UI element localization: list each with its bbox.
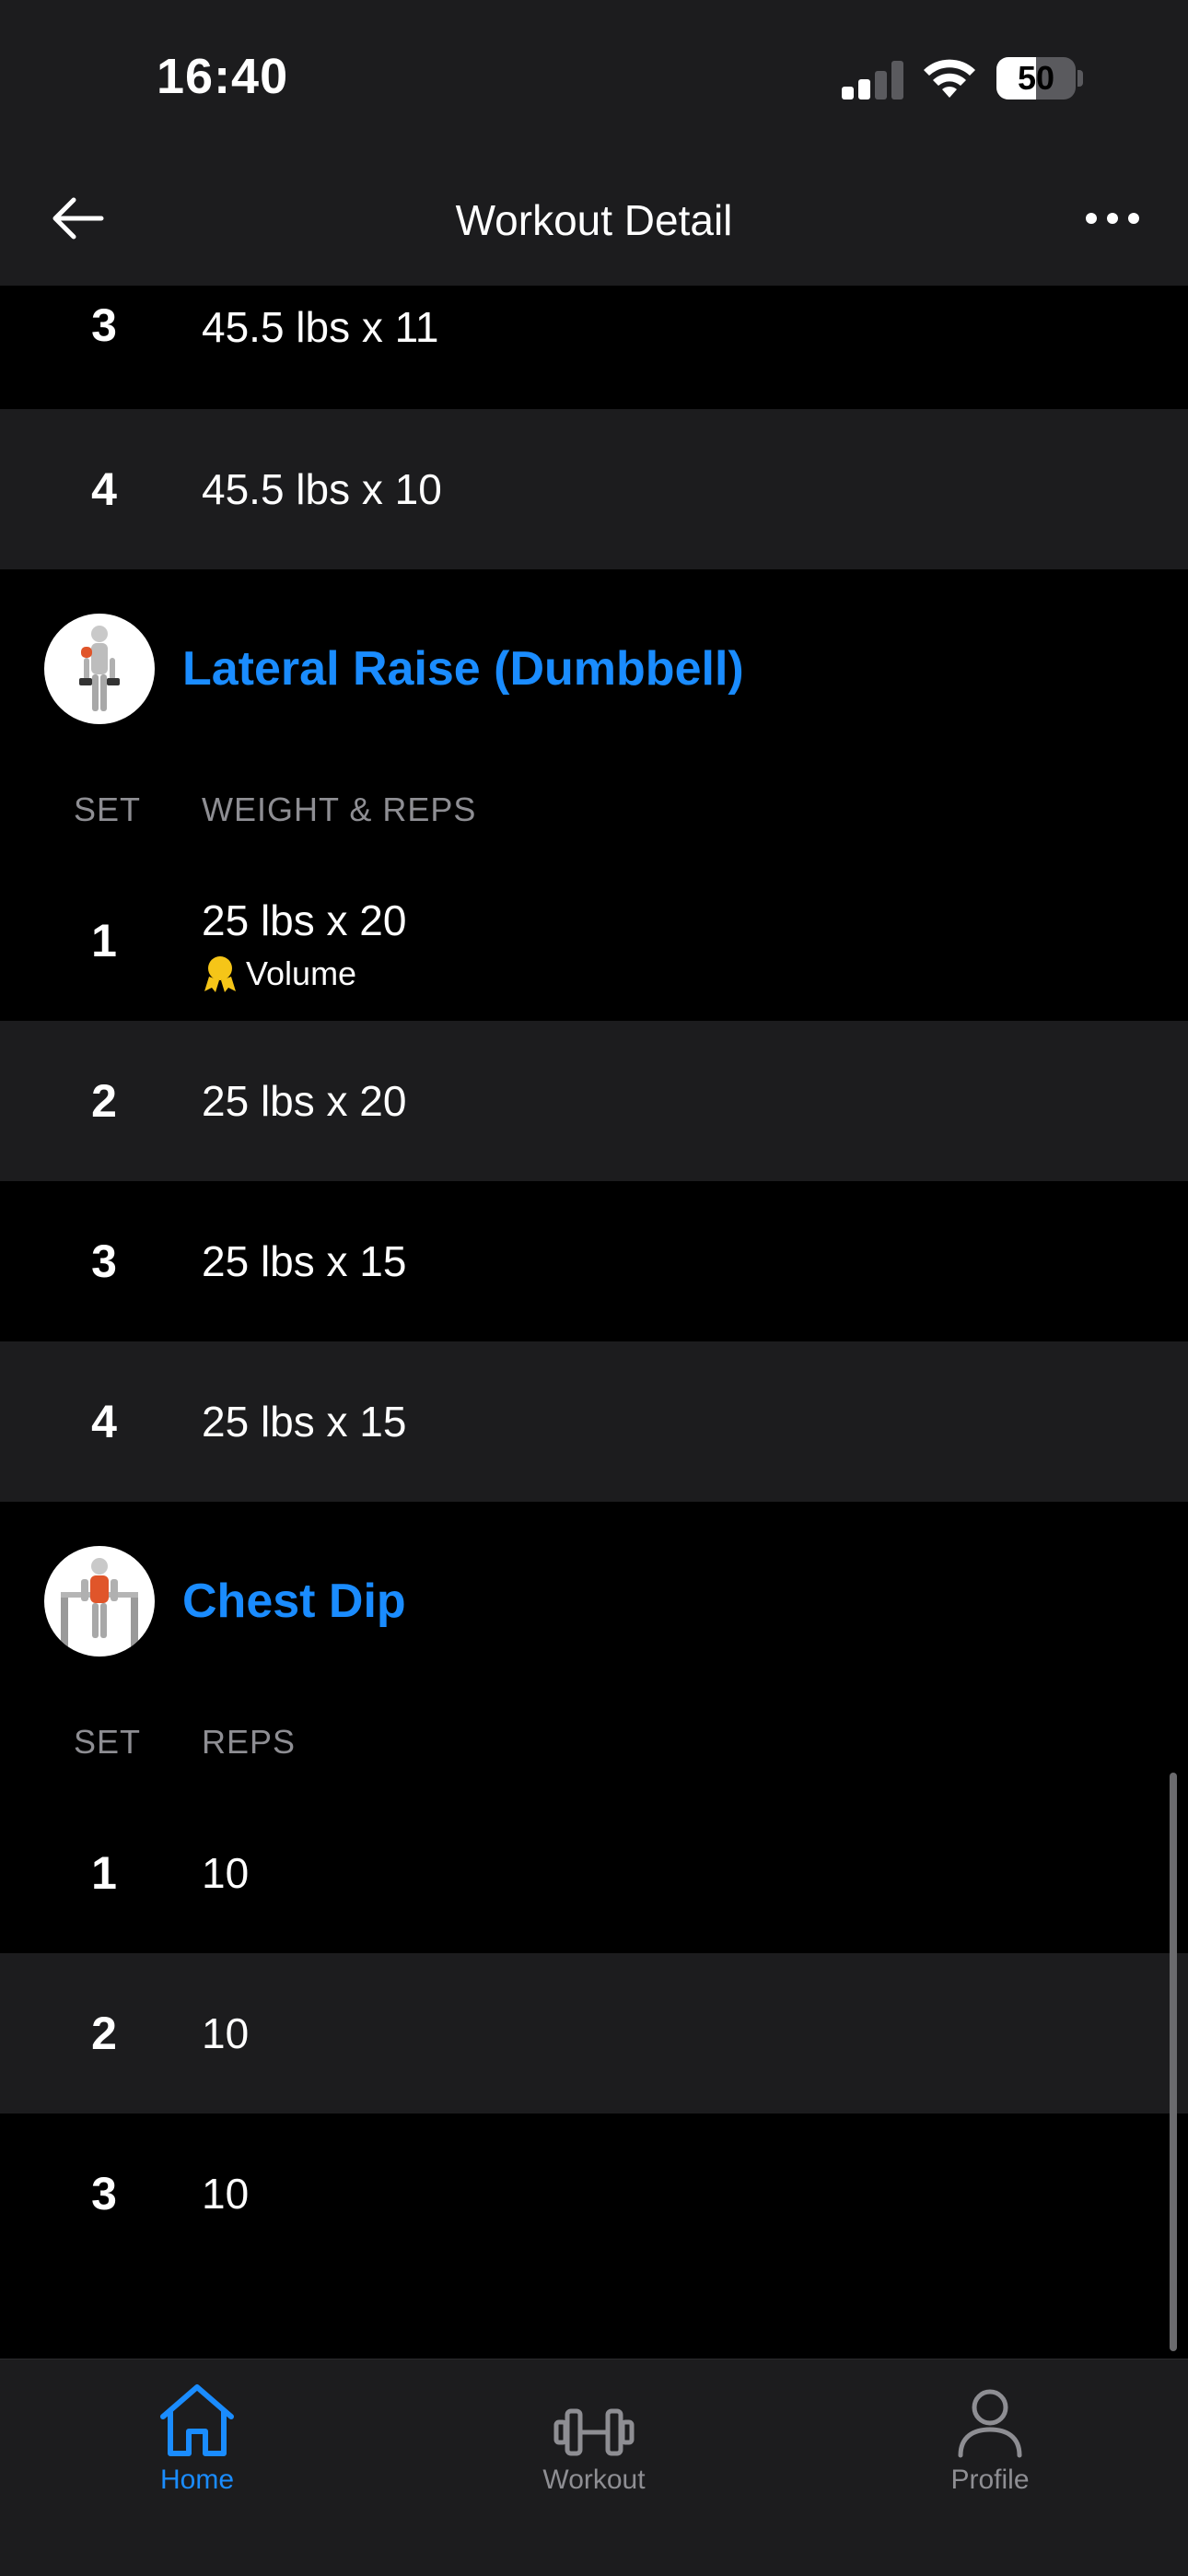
set-row: 1 10: [0, 1793, 1188, 1953]
set-number: 2: [91, 2008, 117, 2059]
set-value: 25 lbs x 20: [202, 1077, 407, 1125]
scrollbar[interactable]: [1170, 1773, 1177, 2351]
exercise-title[interactable]: Chest Dip: [182, 1574, 406, 1629]
set-number: 3: [91, 2168, 117, 2219]
set-number: 4: [91, 1396, 117, 1447]
status-time: 16:40: [157, 49, 289, 104]
battery-icon: 50: [996, 57, 1076, 100]
column-set-label: SET: [74, 790, 142, 828]
more-options-button[interactable]: [1076, 186, 1149, 251]
tab-label: Workout: [542, 2465, 646, 2495]
wifi-icon: [921, 55, 978, 100]
set-value-group: 25 lbs x 20 Volume: [202, 896, 406, 993]
badge-label: Volume: [246, 954, 357, 992]
set-number: 1: [91, 915, 117, 966]
profile-icon: [889, 2372, 1091, 2459]
set-value: 45.5 lbs x 11: [202, 303, 439, 351]
set-value: 25 lbs x 20: [202, 896, 407, 944]
set-row: 4 45.5 lbs x 10: [0, 409, 1188, 569]
tab-home[interactable]: Home: [96, 2372, 298, 2511]
exercise-header-lateral-raise[interactable]: Lateral Raise (Dumbbell): [0, 569, 1188, 768]
dumbbell-icon: [493, 2372, 695, 2459]
set-row: 3 10: [0, 2113, 1188, 2274]
set-number: 3: [91, 299, 117, 351]
tab-profile[interactable]: Profile: [889, 2372, 1091, 2511]
more-horizontal-icon: [1086, 213, 1139, 224]
status-bar: 16:40 50: [0, 0, 1188, 147]
exercise-thumbnail[interactable]: [44, 1546, 155, 1657]
tab-label: Profile: [950, 2465, 1030, 2495]
column-header: SET REPS: [0, 1701, 1188, 1793]
set-number: 3: [91, 1235, 117, 1287]
screen: 16:40 50 Workout Detail 3 45.5 lbs x 11 …: [0, 0, 1188, 2576]
battery-percent: 50: [1017, 59, 1055, 97]
exercise-header-chest-dip[interactable]: Chest Dip: [0, 1502, 1188, 1701]
set-row: 1 25 lbs x 20 Volume: [0, 861, 1188, 1021]
set-row: 3 45.5 lbs x 11: [0, 286, 1188, 409]
cellular-signal-icon: [842, 61, 903, 100]
set-row: 3 25 lbs x 15: [0, 1181, 1188, 1341]
battery-nub: [1077, 70, 1083, 87]
set-value: 25 lbs x 15: [202, 1237, 407, 1285]
set-value: 10: [202, 1849, 250, 1897]
page-title: Workout Detail: [455, 196, 733, 244]
tab-label: Home: [159, 2465, 235, 2495]
home-icon: [96, 2372, 298, 2459]
set-row: 2 10: [0, 1953, 1188, 2113]
set-number: 4: [91, 463, 117, 515]
set-value: 25 lbs x 15: [202, 1398, 407, 1446]
column-header: SET WEIGHT & REPS: [0, 768, 1188, 861]
column-value-label: REPS: [202, 1723, 297, 1761]
exercise-title[interactable]: Lateral Raise (Dumbbell): [182, 641, 744, 697]
set-row: 2 25 lbs x 20: [0, 1021, 1188, 1181]
exercise-thumbnail[interactable]: [44, 614, 155, 724]
column-set-label: SET: [74, 1723, 142, 1761]
set-number: 2: [91, 1075, 117, 1127]
nav-header: Workout Detail: [0, 147, 1188, 286]
column-value-label: WEIGHT & REPS: [202, 790, 477, 828]
set-value: 10: [202, 2009, 250, 2057]
medal-icon: [204, 956, 236, 992]
set-value: 10: [202, 2170, 250, 2218]
personal-record-badge: Volume: [202, 954, 406, 993]
set-row: 4 25 lbs x 15: [0, 1341, 1188, 1502]
workout-content[interactable]: 3 45.5 lbs x 11 4 45.5 lbs x 10 Lateral …: [0, 286, 1188, 2359]
set-value: 45.5 lbs x 10: [202, 465, 442, 513]
tab-workout[interactable]: Workout: [493, 2372, 695, 2511]
set-number: 1: [91, 1847, 117, 1899]
tab-bar: Home Workout Profile: [0, 2359, 1188, 2576]
